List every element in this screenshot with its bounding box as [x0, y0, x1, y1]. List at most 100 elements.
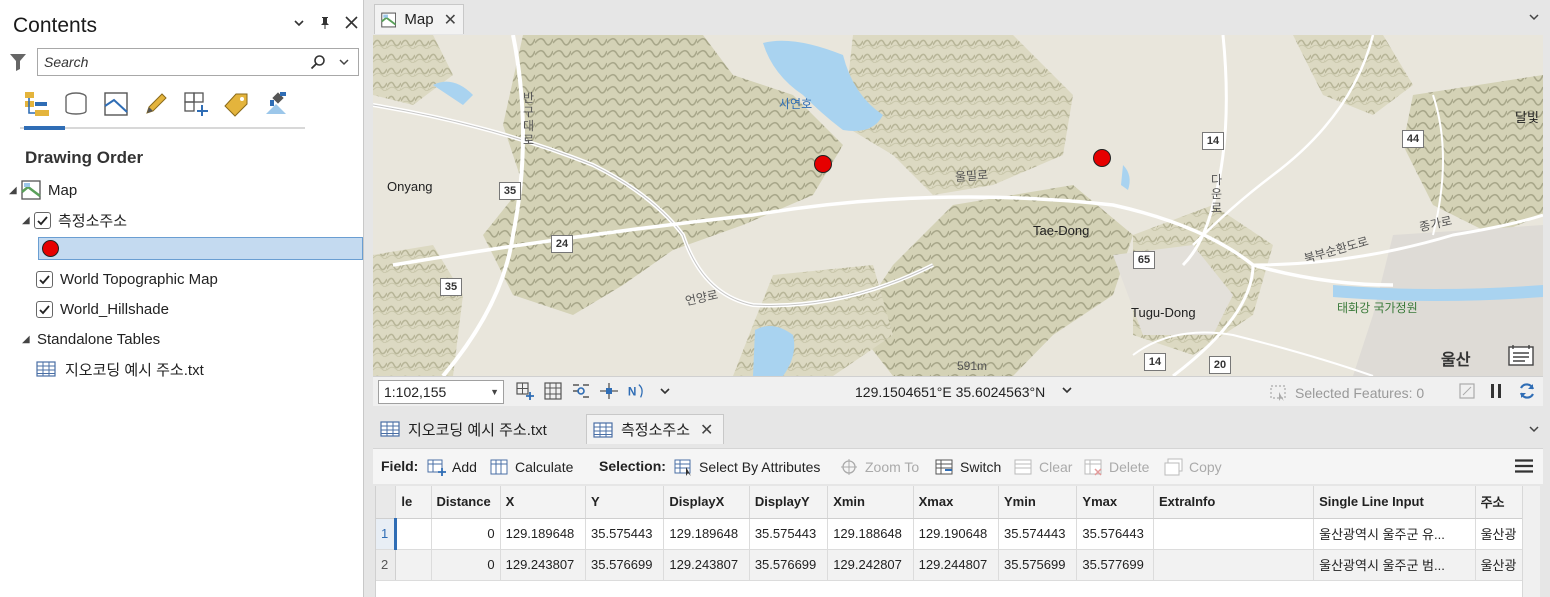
tab-overflow-chevron-icon[interactable] [1528, 424, 1540, 437]
row-header-corner[interactable] [376, 486, 397, 519]
column-header[interactable]: Y [585, 486, 665, 519]
tree-item-layer-hillshade[interactable]: World_Hillshade [36, 297, 169, 321]
column-header[interactable]: ExtraInfo [1153, 486, 1315, 519]
snapping-icon[interactable] [571, 381, 591, 401]
map-notes-icon[interactable] [1507, 343, 1535, 367]
tools-dropdown-chevron-icon[interactable] [655, 381, 675, 401]
layer-visibility-checkbox[interactable] [36, 300, 53, 318]
map-view[interactable]: 사연호 Onyang Tae-Dong Tugu-Dong 울산 울밀로 언양로… [373, 35, 1543, 376]
pin-icon[interactable] [318, 16, 332, 32]
add-grid-icon[interactable] [515, 381, 535, 401]
selected-features[interactable]: Selected Features: 0 [1269, 384, 1424, 402]
table-cell[interactable]: 0 [431, 549, 501, 581]
layer-symbol-row[interactable] [38, 237, 363, 260]
table-cell[interactable]: 129.243807 [663, 549, 750, 581]
column-header[interactable]: DisplayY [749, 486, 829, 519]
list-by-selection-button[interactable] [100, 86, 132, 122]
close-tab-icon[interactable]: ✕ [444, 10, 457, 30]
geocoded-point-2[interactable] [1093, 149, 1111, 167]
table-cell[interactable]: 35.576699 [749, 549, 829, 581]
north-arrow-icon[interactable]: N [627, 381, 647, 401]
scale-selector[interactable]: 1:102,155 ▼ [378, 380, 504, 404]
table-cell[interactable]: 울산광역시 울주군 범... [1313, 549, 1476, 581]
table-cell[interactable] [395, 549, 432, 581]
row-number[interactable]: 1 [376, 518, 398, 550]
list-by-data-source-button[interactable] [60, 86, 92, 122]
table-cell[interactable]: 35.575443 [749, 518, 829, 550]
table-cell[interactable]: 35.575699 [998, 549, 1078, 581]
collapse-triangle-icon[interactable]: ◢ [9, 185, 21, 196]
scale-dropdown-arrow-icon[interactable]: ▼ [490, 387, 499, 397]
clear-selection-button[interactable]: Clear [1014, 458, 1072, 476]
column-header[interactable]: DisplayX [663, 486, 750, 519]
table-cell[interactable]: 129.189648 [500, 518, 587, 550]
coordinate-format-chevron-icon[interactable] [1061, 385, 1073, 398]
tree-item-layer-topo[interactable]: World Topographic Map [36, 267, 218, 291]
tree-item-layer-points[interactable]: ◢ 측정소주소 [22, 208, 127, 232]
collapse-triangle-icon[interactable]: ◢ [22, 215, 34, 226]
calculate-field-button[interactable]: Calculate [490, 458, 573, 476]
column-header[interactable]: Xmin [827, 486, 914, 519]
pane-options-chevron-icon[interactable] [292, 16, 306, 32]
tree-item-table[interactable]: 지오코딩 예시 주소.txt [36, 357, 204, 381]
table-cell[interactable]: 129.189648 [663, 518, 750, 550]
close-icon[interactable] [344, 16, 358, 32]
list-by-labeling-button[interactable] [220, 86, 252, 122]
tab-overflow-chevron-icon[interactable] [1528, 12, 1540, 25]
zoom-to-button[interactable]: Zoom To [840, 458, 919, 476]
close-tab-icon[interactable]: ✕ [700, 420, 713, 440]
table-cell[interactable]: 35.577699 [1076, 549, 1154, 581]
table-cell[interactable]: 0 [431, 518, 501, 550]
list-perspective-imagery-button[interactable] [260, 86, 292, 122]
table-cell[interactable]: 129.190648 [913, 518, 1000, 550]
pause-drawing-icon[interactable] [1489, 382, 1503, 403]
grid-icon[interactable] [543, 381, 563, 401]
table-row[interactable]: 1 0 129.189648 35.575443 129.189648 35.5… [376, 518, 1540, 550]
tab-map[interactable]: Map ✕ [374, 4, 464, 34]
table-menu-icon[interactable] [1515, 459, 1533, 473]
measure-icon[interactable] [599, 381, 619, 401]
collapse-triangle-icon[interactable]: ◢ [22, 334, 34, 345]
table-cell[interactable]: 35.575443 [585, 518, 665, 550]
column-header[interactable]: X [500, 486, 587, 519]
column-header[interactable]: Xmax [913, 486, 1000, 519]
table-cell[interactable]: 35.576443 [1076, 518, 1154, 550]
row-number[interactable]: 2 [376, 549, 397, 581]
layer-visibility-checkbox[interactable] [36, 270, 53, 288]
tree-item-standalone-tables[interactable]: ◢ Standalone Tables [22, 327, 160, 351]
column-header[interactable]: Ymax [1076, 486, 1154, 519]
table-cell[interactable] [1153, 549, 1315, 581]
select-by-attributes-button[interactable]: Select By Attributes [674, 458, 820, 476]
list-by-snapping-button[interactable] [180, 86, 212, 122]
copy-selected-button[interactable]: Copy [1164, 458, 1222, 476]
table-cell[interactable]: 129.244807 [913, 549, 1000, 581]
switch-selection-button[interactable]: Switch [935, 458, 1001, 476]
table-cell[interactable]: 35.574443 [998, 518, 1078, 550]
table-vertical-scrollbar[interactable] [1522, 486, 1540, 597]
tab-geocoding-table[interactable]: 지오코딩 예시 주소.txt [374, 414, 582, 444]
column-header[interactable]: Ymin [998, 486, 1078, 519]
column-header[interactable]: Single Line Input [1313, 486, 1476, 519]
refresh-icon[interactable] [1517, 381, 1537, 404]
table-row[interactable]: 2 0 129.243807 35.576699 129.243807 35.5… [376, 549, 1540, 581]
table-cell[interactable]: 129.242807 [827, 549, 914, 581]
tree-item-map[interactable]: ◢ Map [9, 178, 77, 202]
table-cell[interactable]: 129.243807 [500, 549, 587, 581]
layer-visibility-checkbox[interactable] [34, 211, 51, 229]
column-header[interactable]: le [395, 486, 432, 519]
search-icon[interactable] [310, 54, 326, 70]
table-cell[interactable]: 35.576699 [585, 549, 665, 581]
list-by-drawing-order-button[interactable] [20, 86, 52, 122]
filter-icon[interactable] [9, 52, 27, 72]
list-by-editing-button[interactable] [140, 86, 172, 122]
table-cell[interactable]: 129.188648 [827, 518, 914, 550]
table-cell[interactable]: 울산광역시 울주군 유... [1313, 518, 1476, 550]
refresh-cache-icon[interactable] [1459, 383, 1475, 402]
search-input[interactable] [38, 49, 308, 75]
delete-selected-button[interactable]: Delete [1084, 458, 1149, 476]
search-options-chevron-icon[interactable] [338, 55, 350, 69]
table-cell[interactable] [1153, 518, 1315, 550]
add-field-button[interactable]: Add [427, 458, 477, 476]
column-header[interactable]: Distance [431, 486, 501, 519]
geocoded-point-1[interactable] [814, 155, 832, 173]
